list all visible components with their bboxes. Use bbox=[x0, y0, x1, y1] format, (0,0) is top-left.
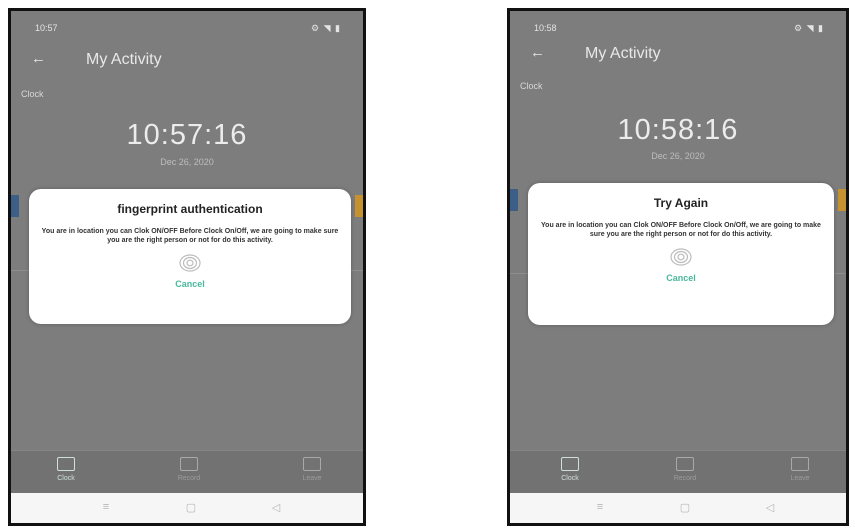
system-nav-bar: ≡ ▢ ◁ bbox=[11, 493, 363, 523]
clock-on-tab[interactable] bbox=[510, 189, 518, 211]
clock-time: 10:58:16 bbox=[617, 114, 739, 146]
clock-nav-icon bbox=[57, 457, 75, 471]
cancel-button[interactable]: Cancel bbox=[528, 273, 834, 283]
clock-off-tab[interactable] bbox=[355, 195, 363, 217]
nav-label: Leave bbox=[790, 475, 810, 482]
nav-label: Clock bbox=[561, 475, 579, 482]
fingerprint-icon[interactable] bbox=[178, 253, 202, 273]
app-header: ← My Activity bbox=[11, 47, 363, 75]
app-header: ← My Activity bbox=[510, 41, 846, 69]
recent-apps-icon[interactable]: ≡ bbox=[590, 501, 610, 513]
fingerprint-dialog: Try Again You are in location you can Cl… bbox=[528, 183, 834, 325]
dialog-title: Try Again bbox=[653, 196, 709, 210]
phone-screen-left: 10:57 ⚙ ◥ ▮ ← My Activity Clock 10:57:16… bbox=[8, 8, 366, 526]
page-title: My Activity bbox=[86, 51, 162, 68]
fingerprint-dialog: fingerprint authentication You are in lo… bbox=[29, 189, 351, 324]
nav-leave[interactable]: Leave bbox=[282, 457, 342, 482]
record-nav-icon bbox=[676, 457, 694, 471]
status-time: 10:58 bbox=[534, 23, 557, 33]
status-time: 10:57 bbox=[35, 23, 58, 33]
dialog-title: fingerprint authentication bbox=[117, 202, 263, 216]
nav-label: Record bbox=[673, 475, 697, 482]
nav-clock[interactable]: Clock bbox=[540, 457, 600, 482]
clock-time: 10:57:16 bbox=[126, 119, 248, 151]
leave-nav-icon bbox=[791, 457, 809, 471]
clock-date: Dec 26, 2020 bbox=[651, 151, 705, 161]
status-bar: 10:58 ⚙ ◥ ▮ bbox=[510, 11, 846, 39]
back-arrow-icon[interactable]: ← bbox=[530, 44, 545, 61]
section-label: Clock bbox=[21, 89, 44, 99]
home-icon[interactable]: ▢ bbox=[181, 501, 201, 514]
system-back-icon[interactable]: ◁ bbox=[266, 501, 286, 514]
leave-nav-icon bbox=[303, 457, 321, 471]
back-arrow-icon[interactable]: ← bbox=[31, 50, 46, 67]
bottom-nav: Clock Record Leave bbox=[11, 450, 363, 493]
system-nav-bar: ≡ ▢ ◁ bbox=[510, 493, 846, 523]
system-back-icon[interactable]: ◁ bbox=[760, 501, 780, 514]
clock-nav-icon bbox=[561, 457, 579, 471]
page-title: My Activity bbox=[585, 45, 661, 62]
recent-apps-icon[interactable]: ≡ bbox=[96, 501, 116, 513]
status-bar: 10:57 ⚙ ◥ ▮ bbox=[11, 11, 363, 39]
nav-label: Clock bbox=[57, 475, 75, 482]
cancel-button[interactable]: Cancel bbox=[29, 279, 351, 289]
section-label: Clock bbox=[520, 81, 543, 91]
nav-label: Record bbox=[177, 475, 201, 482]
clock-on-tab[interactable] bbox=[11, 195, 19, 217]
fingerprint-icon[interactable] bbox=[669, 247, 693, 267]
dialog-message: You are in location you can Clok ON/OFF … bbox=[41, 228, 339, 244]
status-icons: ⚙ ◥ ▮ bbox=[311, 23, 341, 33]
status-icons: ⚙ ◥ ▮ bbox=[794, 23, 824, 33]
nav-label: Leave bbox=[302, 475, 322, 482]
nav-record[interactable]: Record bbox=[159, 457, 219, 482]
dialog-message: You are in location you can Clok ON/OFF … bbox=[541, 222, 821, 238]
nav-record[interactable]: Record bbox=[655, 457, 715, 482]
record-nav-icon bbox=[180, 457, 198, 471]
phone-screen-right: 10:58 ⚙ ◥ ▮ ← My Activity Clock 10:58:16… bbox=[507, 8, 849, 526]
home-icon[interactable]: ▢ bbox=[675, 501, 695, 514]
clock-off-tab[interactable] bbox=[838, 189, 846, 211]
nav-leave[interactable]: Leave bbox=[770, 457, 830, 482]
nav-clock[interactable]: Clock bbox=[36, 457, 96, 482]
clock-date: Dec 26, 2020 bbox=[160, 157, 214, 167]
bottom-nav: Clock Record Leave bbox=[510, 450, 846, 493]
